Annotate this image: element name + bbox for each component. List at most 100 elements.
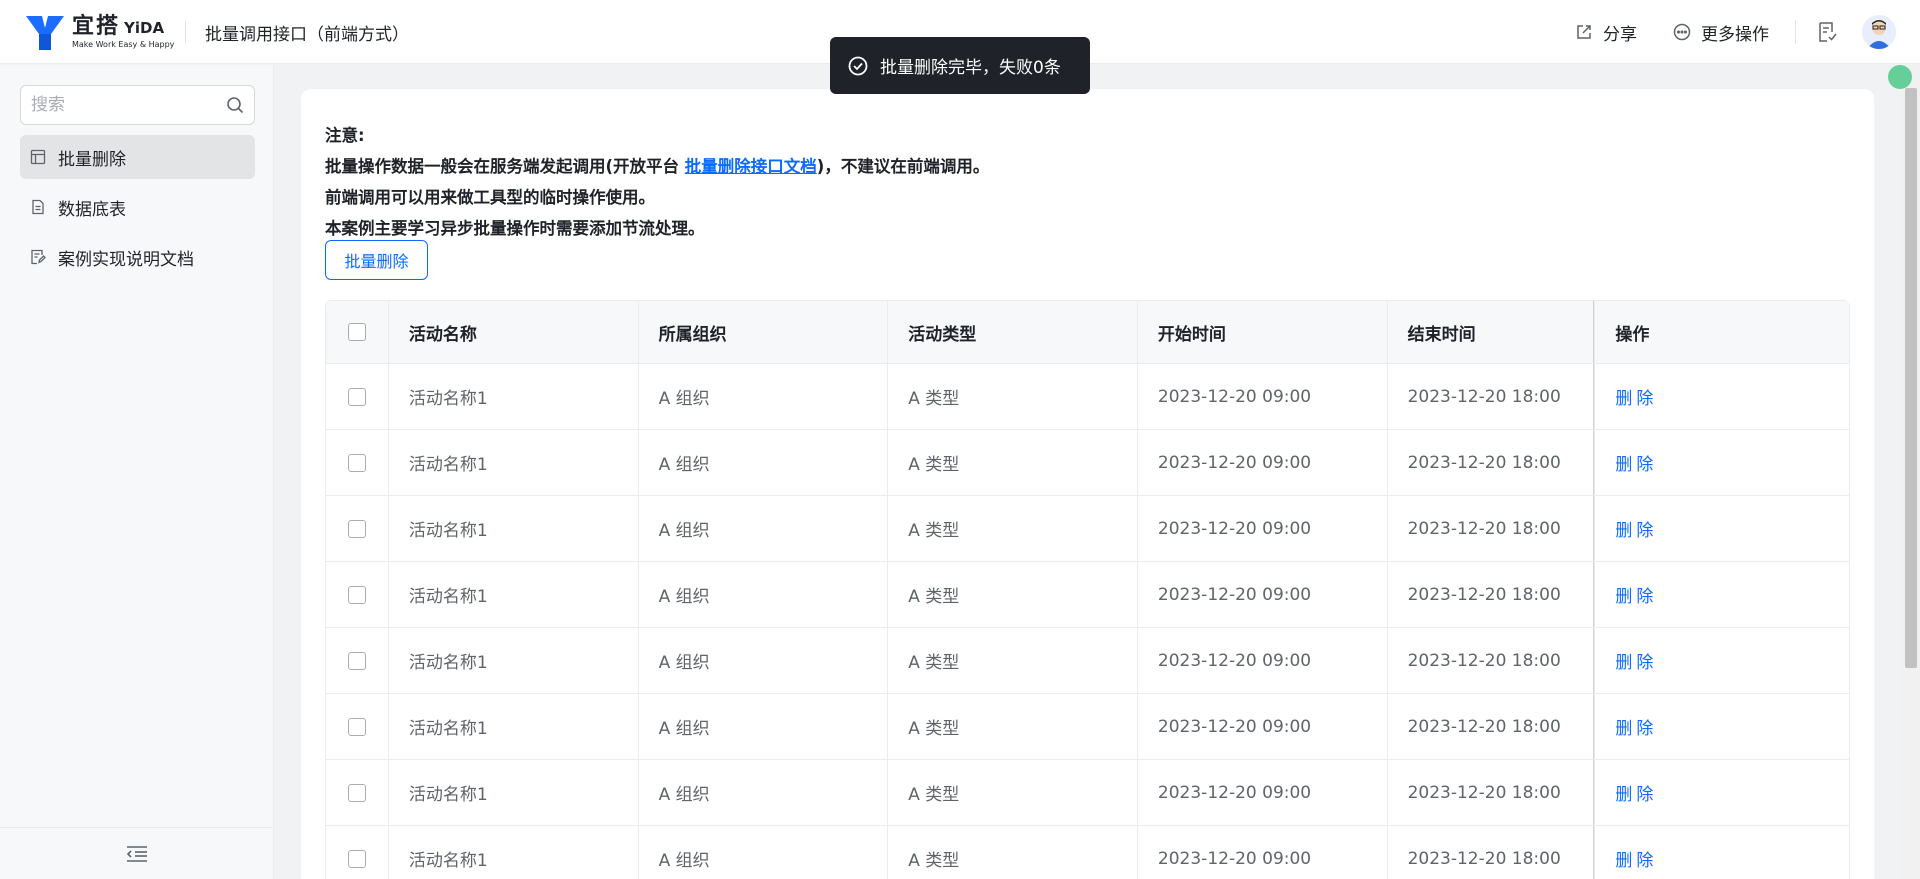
column-header: 结束时间 (1388, 301, 1596, 363)
row-checkbox-cell (326, 496, 389, 561)
sidebar-item-case-docs[interactable]: 案例实现说明文档 (20, 235, 255, 279)
operation-cell: 删除 (1595, 826, 1849, 879)
table-cell: A 组织 (639, 496, 889, 561)
sidebar-item-label: 批量删除 (58, 149, 126, 170)
search-input[interactable] (31, 95, 221, 115)
row-checkbox[interactable] (347, 585, 366, 604)
table-cell: 活动名称1 (389, 826, 639, 879)
sidebar-search[interactable] (20, 85, 255, 125)
user-avatar[interactable] (1862, 15, 1896, 49)
column-header: 活动类型 (888, 301, 1138, 363)
notice-line-1: 批量操作数据一般会在服务端发起调用(开放平台 批量删除接口文档)，不建议在前端调… (325, 151, 989, 182)
todo-list-icon[interactable] (1816, 21, 1838, 43)
table-cell: 2023-12-20 09:00 (1138, 826, 1388, 879)
row-checkbox[interactable] (347, 519, 366, 538)
table-cell: 2023-12-20 18:00 (1388, 694, 1596, 759)
notice-title: 注意: (325, 126, 365, 145)
row-checkbox-cell (326, 760, 389, 825)
table-cell: 2023-12-20 18:00 (1388, 364, 1596, 429)
table-cell: A 组织 (639, 430, 889, 495)
delete-row-link[interactable]: 删除 (1615, 384, 1657, 409)
scrollbar-thumb[interactable] (1905, 88, 1917, 668)
table-cell: 2023-12-20 09:00 (1138, 430, 1388, 495)
table-cell: 2023-12-20 18:00 (1388, 826, 1596, 879)
delete-row-link[interactable]: 删除 (1615, 714, 1657, 739)
page-scrollbar[interactable] (1902, 64, 1920, 879)
header-divider (185, 20, 186, 44)
notice-line-3: 本案例主要学习异步批量操作时需要添加节流处理。 (325, 219, 705, 238)
row-checkbox[interactable] (347, 783, 366, 802)
row-checkbox[interactable] (347, 651, 366, 670)
row-checkbox[interactable] (347, 453, 366, 472)
notice-block: 注意: 批量操作数据一般会在服务端发起调用(开放平台 批量删除接口文档)，不建议… (325, 120, 989, 244)
table-cell: 活动名称1 (389, 562, 639, 627)
table-cell: 2023-12-20 09:00 (1138, 760, 1388, 825)
table-cell: 2023-12-20 09:00 (1138, 364, 1388, 429)
notice-line-1-suffix: )，不建议在前端调用。 (816, 157, 990, 176)
operation-cell: 删除 (1595, 694, 1849, 759)
table-cell: 2023-12-20 09:00 (1138, 694, 1388, 759)
main-card: 注意: 批量操作数据一般会在服务端发起调用(开放平台 批量删除接口文档)，不建议… (301, 89, 1874, 879)
delete-row-link[interactable]: 删除 (1615, 516, 1657, 541)
floating-indicator (1888, 65, 1912, 89)
row-checkbox[interactable] (347, 849, 366, 868)
table-cell: A 类型 (888, 694, 1138, 759)
operation-cell: 删除 (1595, 562, 1849, 627)
delete-row-link[interactable]: 删除 (1615, 582, 1657, 607)
table-cell: 活动名称1 (389, 496, 639, 561)
sidebar-item-batch-delete[interactable]: 批量删除 (20, 135, 255, 179)
delete-row-link[interactable]: 删除 (1615, 648, 1657, 673)
operation-cell: 删除 (1595, 364, 1849, 429)
operation-cell: 删除 (1595, 760, 1849, 825)
share-label: 分享 (1603, 24, 1637, 45)
sidebar-item-label: 案例实现说明文档 (58, 249, 194, 270)
delete-row-link[interactable]: 删除 (1615, 780, 1657, 805)
more-actions-label: 更多操作 (1701, 24, 1769, 45)
sidebar-collapse-button[interactable] (0, 827, 274, 879)
table-row: 活动名称1 A 组织 A 类型 2023-12-20 09:00 2023-12-20 … (326, 826, 1849, 879)
table-cell: 2023-12-20 09:00 (1138, 628, 1388, 693)
sidebar-item-label: 数据底表 (58, 199, 126, 220)
column-header: 开始时间 (1138, 301, 1388, 363)
app-title: 批量调用接口（前端方式） (205, 25, 409, 45)
row-checkbox[interactable] (347, 387, 366, 406)
row-checkbox[interactable] (347, 717, 366, 736)
operation-cell: 删除 (1595, 628, 1849, 693)
table-cell: A 类型 (888, 364, 1138, 429)
table-body: 活动名称1 A 组织 A 类型 2023-12-20 09:00 2023-12-20 … (326, 364, 1849, 879)
table-row: 活动名称1 A 组织 A 类型 2023-12-20 09:00 2023-12-20 … (326, 364, 1849, 430)
notice-line-1-prefix: 批量操作数据一般会在服务端发起调用(开放平台 (325, 157, 685, 176)
select-all-checkbox[interactable] (347, 323, 366, 341)
table-cell: A 组织 (639, 760, 889, 825)
table-cell: A 类型 (888, 628, 1138, 693)
delete-row-link[interactable]: 删除 (1615, 450, 1657, 475)
toast-message: 批量删除完毕，失败0条 (880, 58, 1061, 78)
table-row: 活动名称1 A 组织 A 类型 2023-12-20 09:00 2023-12-20 … (326, 430, 1849, 496)
yida-logo-icon (26, 16, 64, 50)
more-actions-button[interactable]: 更多操作 (1673, 20, 1769, 45)
header-checkbox-cell (326, 301, 389, 363)
success-toast: 批量删除完毕，失败0条 (830, 37, 1090, 94)
notice-line-2: 前端调用可以用来做工具型的临时操作使用。 (325, 188, 655, 207)
column-header: 所属组织 (639, 301, 889, 363)
sidebar-item-data-table[interactable]: 数据底表 (20, 185, 255, 229)
table-cell: 2023-12-20 09:00 (1138, 562, 1388, 627)
table-row: 活动名称1 A 组织 A 类型 2023-12-20 09:00 2023-12-20 … (326, 694, 1849, 760)
delete-row-link[interactable]: 删除 (1615, 846, 1657, 871)
collapse-menu-icon (126, 845, 147, 862)
table-cell: 2023-12-20 18:00 (1388, 760, 1596, 825)
yida-logo[interactable]: 宜搭 YiDA Make Work Easy & Happy (24, 12, 174, 52)
logo-cn-text: 宜搭 (72, 13, 121, 39)
logo-slogan: Make Work Easy & Happy (72, 39, 175, 49)
search-icon[interactable] (226, 96, 244, 114)
table-cell: 2023-12-20 18:00 (1388, 628, 1596, 693)
table-cell: A 类型 (888, 760, 1138, 825)
row-checkbox-cell (326, 694, 389, 759)
edit-doc-icon (31, 249, 46, 265)
share-button[interactable]: 分享 (1575, 20, 1637, 45)
batch-delete-button[interactable]: 批量删除 (325, 240, 428, 280)
header-actions: 分享 更多操作 (1575, 0, 1920, 64)
table-row: 活动名称1 A 组织 A 类型 2023-12-20 09:00 2023-12-20 … (326, 496, 1849, 562)
column-header: 操作 (1615, 324, 1650, 345)
api-docs-link[interactable]: 批量删除接口文档 (685, 157, 817, 176)
